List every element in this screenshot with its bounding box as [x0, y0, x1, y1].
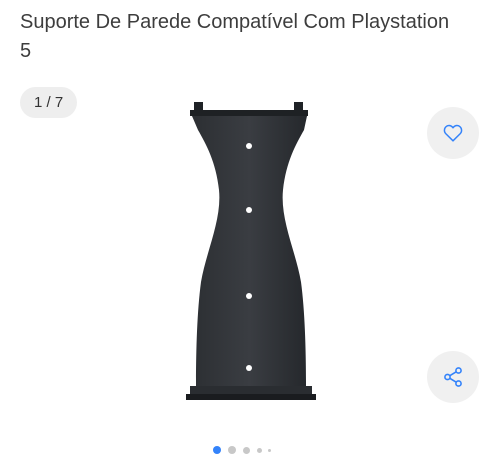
gallery-pagination-dots: [210, 446, 290, 456]
heart-icon: [443, 124, 463, 142]
image-counter-badge: 1 / 7: [20, 87, 78, 118]
pagination-dot[interactable]: [268, 449, 271, 452]
favorite-button[interactable]: [427, 107, 479, 159]
pagination-dot[interactable]: [243, 447, 250, 454]
pagination-dot[interactable]: [257, 448, 262, 453]
product-image[interactable]: [170, 102, 330, 412]
pagination-dot[interactable]: [228, 446, 236, 454]
share-icon: [444, 367, 462, 387]
pagination-dot-active[interactable]: [213, 446, 221, 454]
share-button[interactable]: [427, 351, 479, 403]
product-title: Suporte De Parede Compatível Com Playsta…: [20, 11, 450, 62]
